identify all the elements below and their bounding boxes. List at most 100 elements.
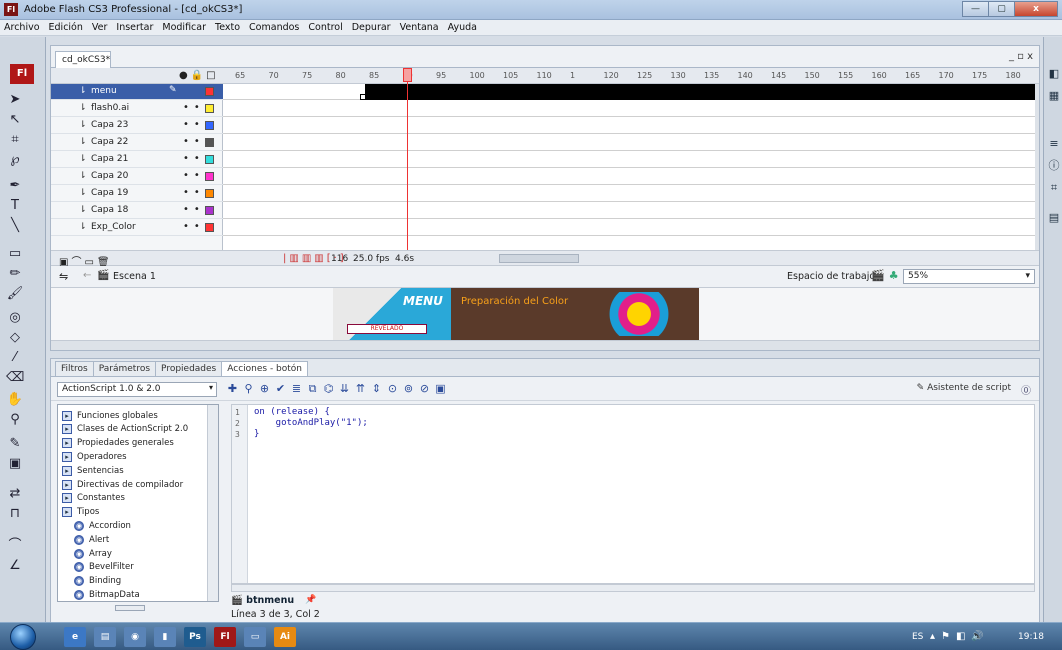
code-line[interactable]: gotoAndPlay("1"); — [254, 418, 368, 428]
tree-item[interactable]: ◉ Accordion — [74, 519, 131, 532]
menu-insertar[interactable]: Insertar — [116, 22, 153, 33]
free-transform-tool-icon[interactable]: ⌗ — [6, 131, 24, 149]
revelado-button[interactable]: REVELADO — [347, 324, 427, 334]
hand-tool-icon[interactable]: ✋ — [6, 391, 24, 409]
menu-ventana[interactable]: Ventana — [400, 22, 439, 33]
tree-item[interactable]: ▸ Operadores — [62, 450, 127, 463]
snap-magnet-icon[interactable]: ⊓ — [6, 505, 24, 523]
check-syntax-icon[interactable]: ✔ — [273, 381, 288, 396]
taskbar-flash-icon[interactable]: Fl — [214, 627, 236, 647]
layer-outline-color[interactable] — [205, 189, 214, 198]
show-toolbox-icon[interactable]: ▣ — [433, 381, 448, 396]
tree-item[interactable]: ◉ Binding — [74, 575, 121, 588]
layer-row[interactable]: ⇂ Exp_Color •• — [51, 220, 223, 236]
layer-outline-color[interactable] — [205, 206, 214, 215]
code-hint-icon[interactable]: ⧉ — [305, 381, 320, 396]
minimize-button[interactable]: — — [962, 1, 989, 17]
line-tool-icon[interactable]: ╲ — [6, 217, 24, 235]
taskbar-media-icon[interactable]: ◉ — [124, 627, 146, 647]
auto-format-icon[interactable]: ≣ — [289, 381, 304, 396]
color-panel-icon[interactable]: ◧ — [1047, 67, 1061, 81]
debug-options-icon[interactable]: ⌬ — [321, 381, 336, 396]
rectangle-tool-icon[interactable]: ▭ — [6, 245, 24, 263]
menu-edicion[interactable]: Edición — [49, 22, 83, 33]
actionscript-version-select[interactable]: ActionScript 1.0 & 2.0 ▾ — [57, 382, 217, 397]
taskbar-window-icon[interactable]: ▭ — [244, 627, 266, 647]
script-assist-button[interactable]: ✎ Asistente de script — [917, 383, 1011, 393]
selection-tool-icon[interactable]: ➤ — [6, 91, 24, 109]
apply-line-comment-icon[interactable]: ⊚ — [401, 381, 416, 396]
tree-item[interactable]: ▸ Constantes — [62, 492, 125, 505]
menu-ayuda[interactable]: Ayuda — [448, 22, 477, 33]
paint-bucket-tool-icon[interactable]: ◇ — [6, 329, 24, 347]
target-path-icon[interactable]: ⊕ — [257, 381, 272, 396]
layer-outline-color[interactable] — [205, 138, 214, 147]
timeline-vertical-scrollbar[interactable] — [1035, 84, 1039, 250]
pencil-tool-icon[interactable]: ✏ — [6, 265, 24, 283]
frames-grid[interactable] — [223, 84, 1035, 250]
tree-item[interactable]: ▸ Sentencias — [62, 464, 124, 477]
frame-row[interactable] — [223, 203, 1035, 219]
taskbar-illustrator-icon[interactable]: Ai — [274, 627, 296, 647]
taskbar-app-icon[interactable]: ▮ — [154, 627, 176, 647]
tree-resize-handle[interactable] — [115, 605, 145, 611]
maximize-button[interactable]: ▢ — [988, 1, 1015, 17]
tree-item[interactable]: ▸ Clases de ActionScript 2.0 — [62, 423, 188, 436]
text-tool-icon[interactable]: T — [6, 197, 24, 215]
info-panel-icon[interactable]: ⓘ — [1047, 159, 1061, 173]
script-horizontal-scrollbar[interactable] — [231, 584, 1035, 592]
tree-item[interactable]: ◉ BitmapData — [74, 588, 140, 601]
brush-tool-icon[interactable]: 🖌 — [6, 285, 24, 303]
transform-panel-icon[interactable]: ⌗ — [1047, 181, 1061, 195]
find-icon[interactable]: ⚲ — [241, 381, 256, 396]
frame-row[interactable] — [223, 135, 1035, 151]
tray-icons[interactable]: ▴⚑◧🔊 — [930, 631, 990, 642]
subselection-tool-icon[interactable]: ↖ — [6, 111, 24, 129]
layer-visibility-lock-dots[interactable]: •• — [183, 153, 205, 164]
symbol-script-tab[interactable]: 🎬 btnmenu — [231, 595, 301, 609]
layer-row[interactable]: ⇂ Capa 23 •• — [51, 118, 223, 134]
tree-item[interactable]: ◉ Array — [74, 547, 112, 560]
frame-row[interactable] — [223, 118, 1035, 134]
start-button[interactable] — [10, 624, 36, 650]
library-panel-icon[interactable]: ▤ — [1047, 211, 1061, 225]
layer-visibility-lock-dots[interactable]: •• — [183, 204, 205, 215]
code-line[interactable]: } — [254, 429, 259, 439]
document-window-controls[interactable]: _ ▫ x — [1009, 51, 1033, 62]
layer-outline-color[interactable] — [205, 172, 214, 181]
menu-depurar[interactable]: Depurar — [352, 22, 391, 33]
layer-row[interactable]: ⇂ Capa 22 •• — [51, 135, 223, 151]
pen-tool-icon[interactable]: ✒ — [6, 177, 24, 195]
zoom-tool-icon[interactable]: ⚲ — [6, 411, 24, 429]
timeline-hscroll-thumb[interactable] — [499, 254, 579, 263]
document-tab[interactable]: cd_okCS3* — [55, 51, 111, 68]
menu-comandos[interactable]: Comandos — [249, 22, 299, 33]
layer-visibility-lock-outline-icons[interactable]: ●🔒□ — [179, 70, 219, 81]
collapse-selection-icon[interactable]: ⇈ — [353, 381, 368, 396]
empty-keyframe[interactable] — [360, 94, 366, 100]
tab-acciones[interactable]: Acciones - botón — [221, 361, 309, 376]
frame-row[interactable] — [223, 169, 1035, 185]
frame-row[interactable] — [223, 220, 1035, 236]
menu-texto[interactable]: Texto — [215, 22, 240, 33]
frame-row[interactable] — [223, 101, 1035, 117]
stage-horizontal-scrollbar[interactable] — [51, 340, 1039, 350]
playhead[interactable] — [403, 68, 412, 82]
layer-row[interactable]: ⇂ flash0.ai •• — [51, 101, 223, 117]
taskbar-photoshop-icon[interactable]: Ps — [184, 627, 206, 647]
tree-item[interactable]: ▸ Funciones globales — [62, 409, 158, 422]
menu-control[interactable]: Control — [308, 22, 342, 33]
edit-symbols-icons[interactable]: 🎬♣ — [871, 269, 903, 282]
frame-span-menu[interactable] — [365, 84, 1035, 100]
tree-item[interactable]: ▸ Directivas de compilador — [62, 478, 183, 491]
expand-all-icon[interactable]: ⇕ — [369, 381, 384, 396]
workspace-menu[interactable]: Espacio de trabajo ▾ — [787, 271, 883, 282]
ink-bottle-tool-icon[interactable]: ◎ — [6, 309, 24, 327]
stage[interactable]: MENU REVELADO Preparación del Color — [51, 288, 1039, 340]
taskbar-ie-icon[interactable]: e — [64, 627, 86, 647]
tab-filtros[interactable]: Filtros — [55, 361, 94, 376]
stroke-color-icon[interactable]: ✎ — [6, 435, 24, 453]
layer-row[interactable]: ⇂ Capa 18 •• — [51, 203, 223, 219]
layer-visibility-lock-dots[interactable]: •• — [183, 102, 205, 113]
pin-script-icon[interactable]: 📌 — [305, 595, 316, 605]
